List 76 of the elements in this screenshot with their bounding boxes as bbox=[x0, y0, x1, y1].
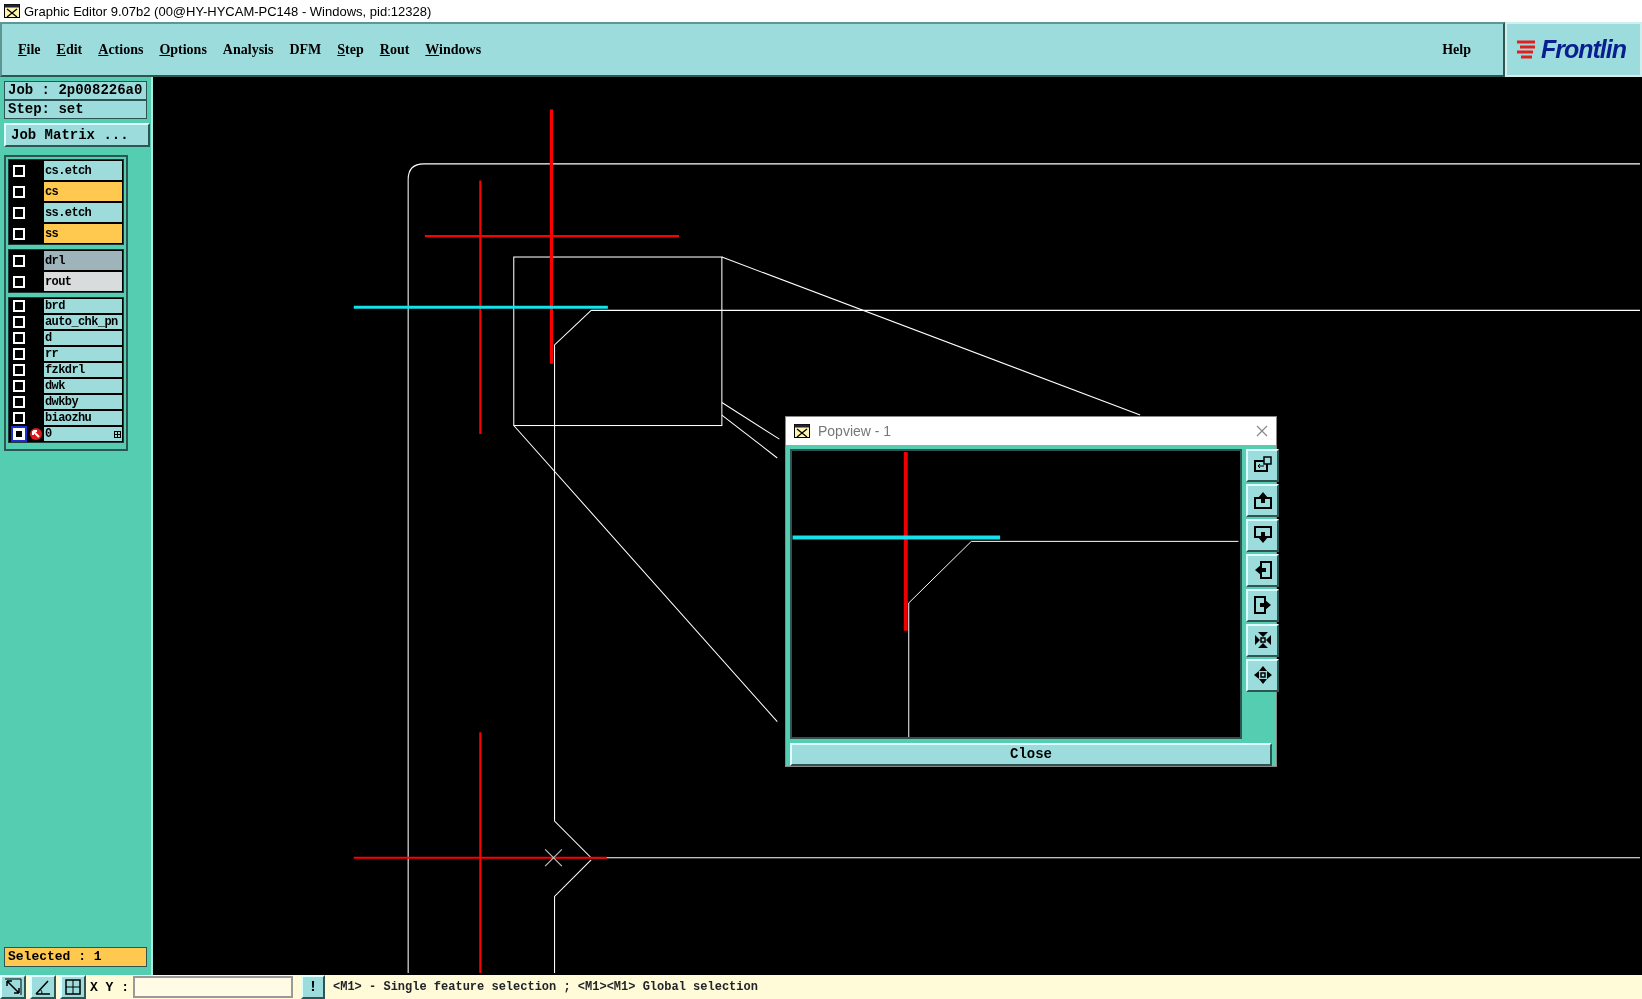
tool-button[interactable] bbox=[60, 975, 86, 999]
layer-checkbox[interactable] bbox=[13, 364, 25, 376]
step-label: Step: set bbox=[4, 100, 147, 119]
view-tool-button[interactable] bbox=[1246, 553, 1279, 587]
layer-name[interactable]: drl bbox=[43, 250, 123, 271]
selection-count: Selected : 1 bbox=[4, 947, 147, 967]
layer-name[interactable]: fzkdrl bbox=[43, 362, 123, 378]
layer-checkbox[interactable] bbox=[13, 428, 25, 440]
layer-name[interactable]: rr bbox=[43, 346, 123, 362]
view-tool-button[interactable] bbox=[1246, 483, 1279, 517]
close-icon[interactable] bbox=[1256, 424, 1268, 437]
arrow-right-icon bbox=[1252, 595, 1273, 616]
layer-checkbox[interactable] bbox=[13, 164, 25, 177]
layer-checkbox[interactable] bbox=[13, 275, 25, 288]
alert-button[interactable]: ! bbox=[301, 975, 325, 999]
menu-item[interactable]: Step bbox=[329, 41, 372, 58]
coordinate-field[interactable] bbox=[133, 976, 293, 998]
menu-item[interactable]: Rout bbox=[371, 41, 418, 58]
app-icon bbox=[794, 423, 810, 438]
popview-title: Popview - 1 bbox=[818, 422, 893, 439]
layer-name[interactable]: brd bbox=[43, 298, 123, 314]
layer-checkbox[interactable] bbox=[13, 412, 25, 424]
layer-checkbox[interactable] bbox=[13, 348, 25, 360]
view-tool-button[interactable] bbox=[1246, 623, 1279, 657]
tool-button[interactable] bbox=[0, 975, 26, 999]
menu-item[interactable]: Actions bbox=[90, 41, 152, 58]
layer-name[interactable]: ss.etch bbox=[43, 202, 123, 223]
menu-item[interactable]: Windows bbox=[417, 41, 490, 58]
layer-checkbox[interactable] bbox=[13, 332, 25, 344]
logo-text: Frontlin bbox=[1541, 35, 1627, 64]
arrow-icon bbox=[30, 428, 42, 440]
layer-checkbox[interactable] bbox=[13, 227, 25, 240]
view-tool-button[interactable] bbox=[1246, 448, 1279, 482]
view-tool-button[interactable] bbox=[1246, 658, 1279, 692]
diagonal-arrow-icon bbox=[4, 978, 22, 996]
layer-name[interactable]: dwk bbox=[43, 378, 123, 394]
view-tool-button[interactable] bbox=[1246, 588, 1279, 622]
layer-checkbox[interactable] bbox=[13, 300, 25, 312]
menu-item[interactable]: Analysis bbox=[214, 41, 282, 58]
angle-icon bbox=[34, 978, 52, 996]
layer-checkbox[interactable] bbox=[13, 206, 25, 219]
layer-checkbox[interactable] bbox=[13, 254, 25, 267]
zoom-out-icon bbox=[1252, 665, 1273, 686]
close-button[interactable]: Close bbox=[790, 742, 1272, 766]
layer-checkbox[interactable] bbox=[13, 185, 25, 198]
menu-item[interactable]: Edit bbox=[48, 41, 91, 58]
view-tool-button[interactable] bbox=[1246, 518, 1279, 552]
layer-name[interactable]: auto_chk_pn bbox=[43, 314, 123, 330]
layer-checkbox[interactable] bbox=[13, 396, 25, 408]
hint-message: <M1> - Single feature selection ; <M1><M1> Global selection bbox=[333, 980, 758, 994]
layer-name: 0 bbox=[45, 427, 52, 441]
speed-lines-icon bbox=[1515, 38, 1537, 61]
layer-name[interactable]: ss bbox=[43, 223, 123, 244]
layer-checkbox[interactable] bbox=[13, 316, 25, 328]
job-label: Job : 2p008226a0 bbox=[4, 81, 147, 100]
app-icon bbox=[4, 4, 20, 18]
job-matrix-button[interactable]: Job Matrix ... bbox=[4, 123, 150, 147]
window-title: Graphic Editor 9.07b2 (00@HY-HYCAM-PC148 - Windows, pid:12328) bbox=[24, 3, 432, 19]
layer-name[interactable]: cs.etch bbox=[43, 160, 123, 181]
zoom-in-icon bbox=[1252, 630, 1273, 651]
menu-item[interactable]: File bbox=[10, 41, 49, 58]
layer-name[interactable]: d bbox=[43, 330, 123, 346]
grid-icon bbox=[64, 978, 82, 996]
layer-name[interactable]: dwkby bbox=[43, 394, 123, 410]
tool-button[interactable] bbox=[30, 975, 56, 999]
layer-row-field[interactable]: 0 bbox=[43, 426, 123, 442]
layer-checkbox[interactable] bbox=[13, 380, 25, 392]
layer-name[interactable]: rout bbox=[43, 271, 123, 292]
menu-item[interactable]: DFM bbox=[281, 41, 330, 58]
arrow-up-icon bbox=[1252, 490, 1273, 511]
help-menu[interactable]: Help bbox=[1434, 41, 1479, 58]
xy-label: X Y : bbox=[90, 979, 129, 995]
menu-item[interactable]: Options bbox=[151, 41, 215, 58]
layer-name[interactable]: biaozhu bbox=[43, 410, 123, 426]
grid-icon bbox=[114, 430, 121, 438]
layer-name[interactable]: cs bbox=[43, 181, 123, 202]
